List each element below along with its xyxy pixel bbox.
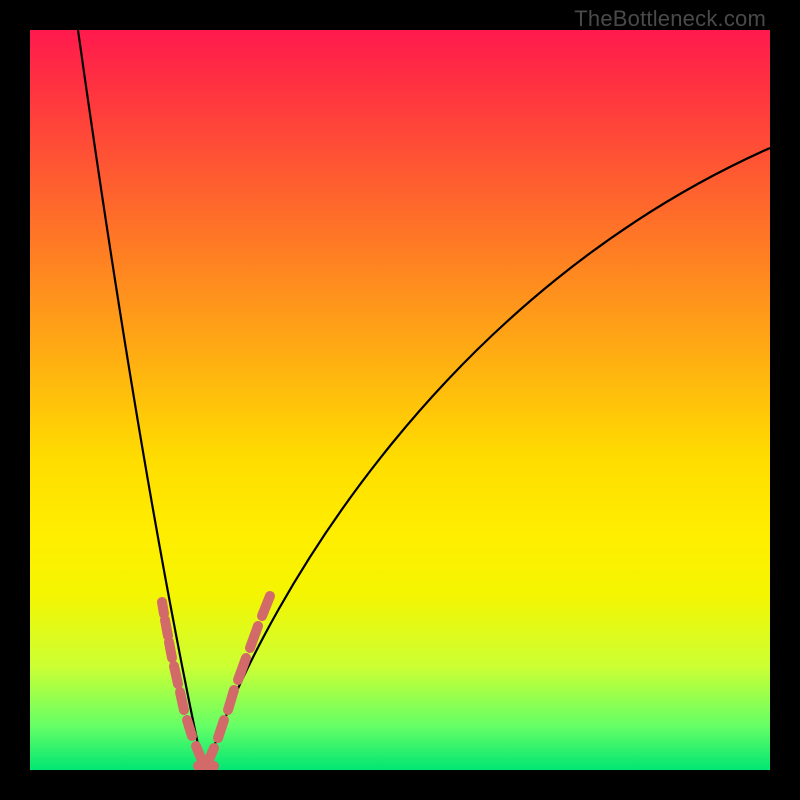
curve-right [205,148,770,766]
watermark-text: TheBottleneck.com [574,6,766,32]
chart-svg [30,30,770,770]
plot-area [30,30,770,770]
curve-left [78,30,205,766]
dash-overlay-right [208,596,270,762]
